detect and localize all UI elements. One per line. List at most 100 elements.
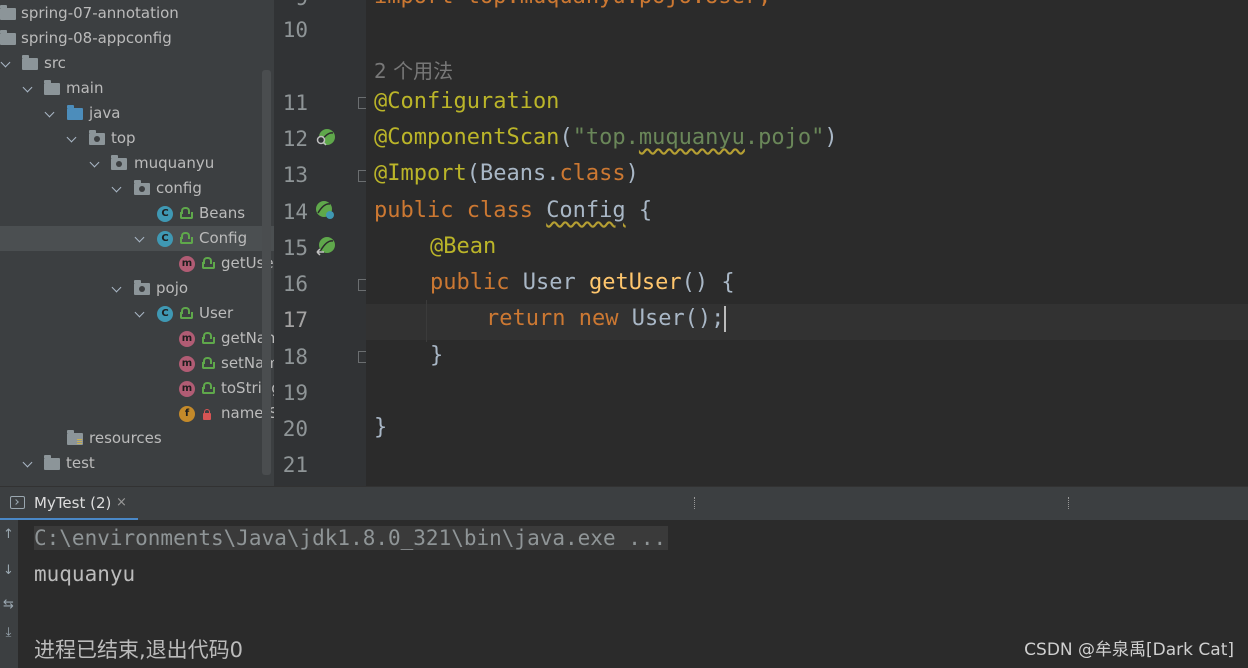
public-visibility-icon	[180, 207, 193, 219]
method-icon: m	[179, 381, 195, 397]
chevron-down-icon[interactable]	[111, 282, 123, 294]
down-arrow-icon[interactable]: ↓	[2, 564, 15, 578]
chevron-down-icon[interactable]	[111, 182, 123, 194]
code-line-9: import top.muquanyu.pojo.User;	[374, 0, 771, 9]
tree-item-resources[interactable]: resources	[0, 426, 274, 451]
public-visibility-icon	[202, 332, 215, 344]
run-tool-window-header: MyTest (2) ×	[0, 486, 1248, 521]
text-caret	[724, 306, 727, 332]
console-output-line: muquanyu	[34, 562, 136, 586]
code-line-12: @ComponentScan("top.muquanyu.pojo")	[374, 125, 838, 150]
chevron-down-icon[interactable]	[89, 157, 101, 169]
spring-config-icon[interactable]	[315, 200, 335, 220]
method-icon: m	[179, 256, 195, 272]
tree-item-config-class[interactable]: C Config	[0, 226, 274, 251]
package-icon	[111, 155, 127, 170]
line-number: 20	[282, 417, 308, 441]
code-line-20: }	[374, 415, 388, 440]
tree-item-java[interactable]: java	[0, 101, 274, 126]
public-visibility-icon	[202, 357, 215, 369]
spring-bean-navigate-icon[interactable]	[315, 236, 335, 256]
tree-item-setname[interactable]: m setNam	[0, 351, 274, 376]
tree-item-test[interactable]: test	[0, 451, 274, 476]
run-console-icon	[10, 496, 25, 509]
run-tab-mytest[interactable]: MyTest (2) ×	[0, 487, 138, 521]
code-line-18: }	[430, 343, 444, 368]
module-folder-icon	[0, 30, 16, 45]
package-icon	[134, 280, 150, 295]
close-icon[interactable]: ×	[116, 495, 127, 510]
public-visibility-icon	[180, 232, 193, 244]
method-icon: m	[179, 356, 195, 372]
folder-icon	[44, 455, 60, 470]
line-number: 12	[282, 127, 308, 151]
tree-item-spring-08-appconfig[interactable]: spring-08-appconfig	[0, 26, 274, 51]
code-line-14: public class Config {	[374, 198, 653, 223]
watermark: CSDN @牟泉禹[Dark Cat]	[1024, 640, 1234, 660]
tree-item-user[interactable]: C User	[0, 301, 274, 326]
splitter-handle[interactable]	[1068, 497, 1071, 509]
tree-item-name-field[interactable]: f name:St	[0, 401, 274, 426]
public-visibility-icon	[202, 257, 215, 269]
chevron-down-icon[interactable]	[44, 107, 56, 119]
public-visibility-icon	[202, 382, 215, 394]
spring-bean-scan-icon[interactable]	[315, 128, 335, 148]
tree-item-getname[interactable]: m getNam	[0, 326, 274, 351]
class-icon: C	[157, 231, 173, 247]
line-number: 21	[282, 453, 308, 477]
chevron-down-icon[interactable]	[134, 232, 146, 244]
chevron-down-icon[interactable]	[0, 57, 12, 69]
console-command-line[interactable]: C:\environments\Java\jdk1.8.0_321\bin\ja…	[34, 526, 669, 550]
indent-guide	[426, 300, 427, 342]
public-visibility-icon	[180, 307, 193, 319]
resources-folder-icon	[67, 430, 83, 445]
tree-scrollbar[interactable]	[262, 70, 271, 475]
code-line-16: public User getUser() {	[430, 270, 735, 295]
class-icon: C	[157, 206, 173, 222]
scroll-to-end-icon[interactable]: ⤓	[2, 626, 15, 640]
code-line-15: @Bean	[430, 234, 497, 259]
package-icon	[89, 130, 105, 145]
project-tree: spring-07-annotation spring-08-appconfig…	[0, 0, 274, 486]
line-number: 16	[282, 272, 308, 296]
chevron-down-icon[interactable]	[22, 457, 34, 469]
code-line-11: @Configuration	[374, 89, 560, 114]
code-line-13: @Import(Beans.class)	[374, 161, 639, 186]
package-icon	[134, 180, 150, 195]
tree-item-beans[interactable]: C Beans	[0, 201, 274, 226]
line-number: 10	[282, 18, 308, 42]
tree-item-getuser[interactable]: m getUser	[0, 251, 274, 276]
console-exit-message: 进程已结束,退出代码0	[34, 638, 244, 662]
line-number: 9	[274, 0, 308, 10]
tree-item-config[interactable]: config	[0, 176, 274, 201]
method-icon: m	[179, 331, 195, 347]
line-number: 15	[282, 236, 308, 260]
usage-hint[interactable]: 2 个用法	[374, 55, 453, 84]
tree-item-spring-07-annotation[interactable]: spring-07-annotation	[0, 1, 274, 26]
splitter-handle[interactable]	[694, 497, 697, 509]
line-number: 11	[282, 91, 308, 115]
source-folder-icon	[67, 105, 83, 120]
module-folder-icon	[0, 5, 16, 20]
tree-item-muquanyu[interactable]: muquanyu	[0, 151, 274, 176]
class-icon: C	[157, 306, 173, 322]
line-number-current: 17	[282, 308, 308, 332]
soft-wrap-icon[interactable]: ⇆	[2, 598, 15, 612]
editor-gutter: 9 10 11 12 13 14 15 16 17 18 19 20 21	[274, 0, 370, 486]
chevron-down-icon[interactable]	[66, 132, 78, 144]
tree-item-src[interactable]: src	[0, 51, 274, 76]
tree-item-top[interactable]: top	[0, 126, 274, 151]
run-console-toolbar: ↑ ↓ ⇆ ⤓	[0, 520, 18, 668]
folder-icon	[44, 80, 60, 95]
tree-item-pojo[interactable]: pojo	[0, 276, 274, 301]
line-number: 14	[282, 200, 308, 224]
line-number: 19	[282, 381, 308, 405]
line-number: 18	[282, 345, 308, 369]
chevron-down-icon[interactable]	[134, 307, 146, 319]
code-editor[interactable]: import top.muquanyu.pojo.User; 2 个用法 @Co…	[366, 0, 1248, 486]
up-arrow-icon[interactable]: ↑	[2, 528, 15, 542]
tree-item-main[interactable]: main	[0, 76, 274, 101]
folder-icon	[22, 55, 38, 70]
tree-item-tostring[interactable]: m toString	[0, 376, 274, 401]
chevron-down-icon[interactable]	[22, 82, 34, 94]
